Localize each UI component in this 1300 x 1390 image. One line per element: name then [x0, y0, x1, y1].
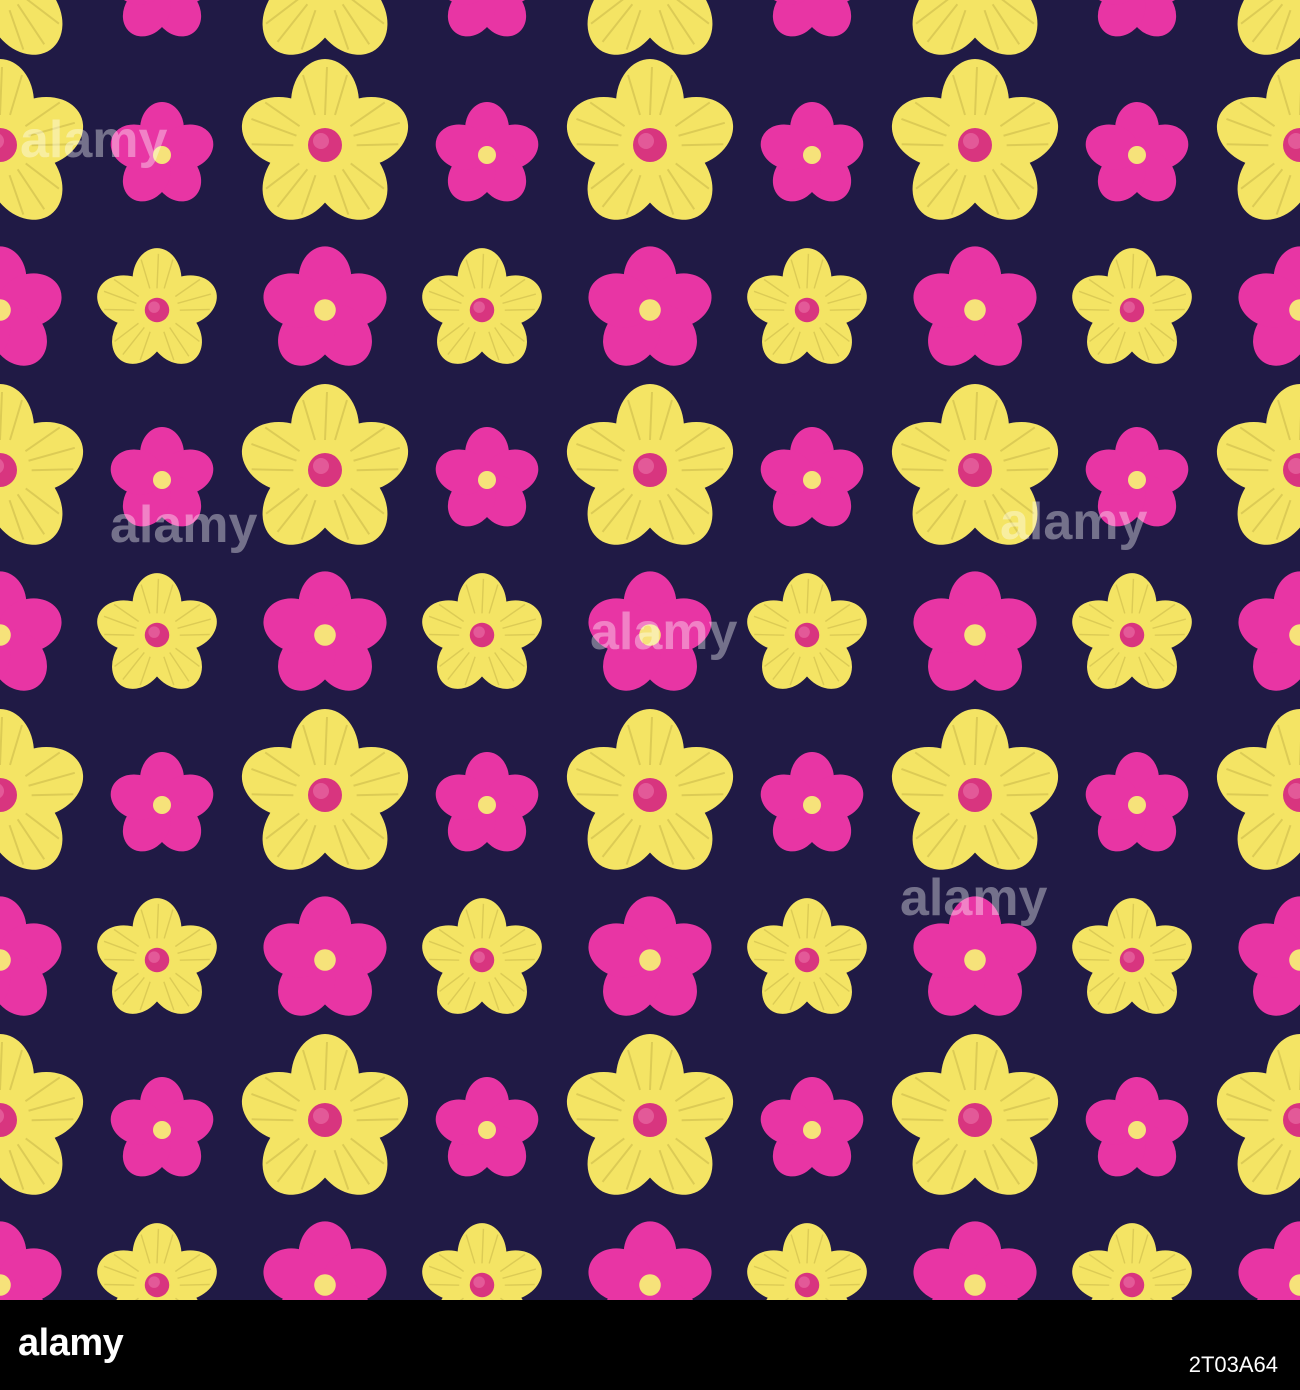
stock-footer: alamy 2T03A64	[0, 1300, 1300, 1390]
alamy-logo: alamy	[18, 1322, 124, 1364]
image-id: 2T03A64	[1188, 1352, 1278, 1377]
floral-pattern-image	[0, 0, 1300, 1300]
